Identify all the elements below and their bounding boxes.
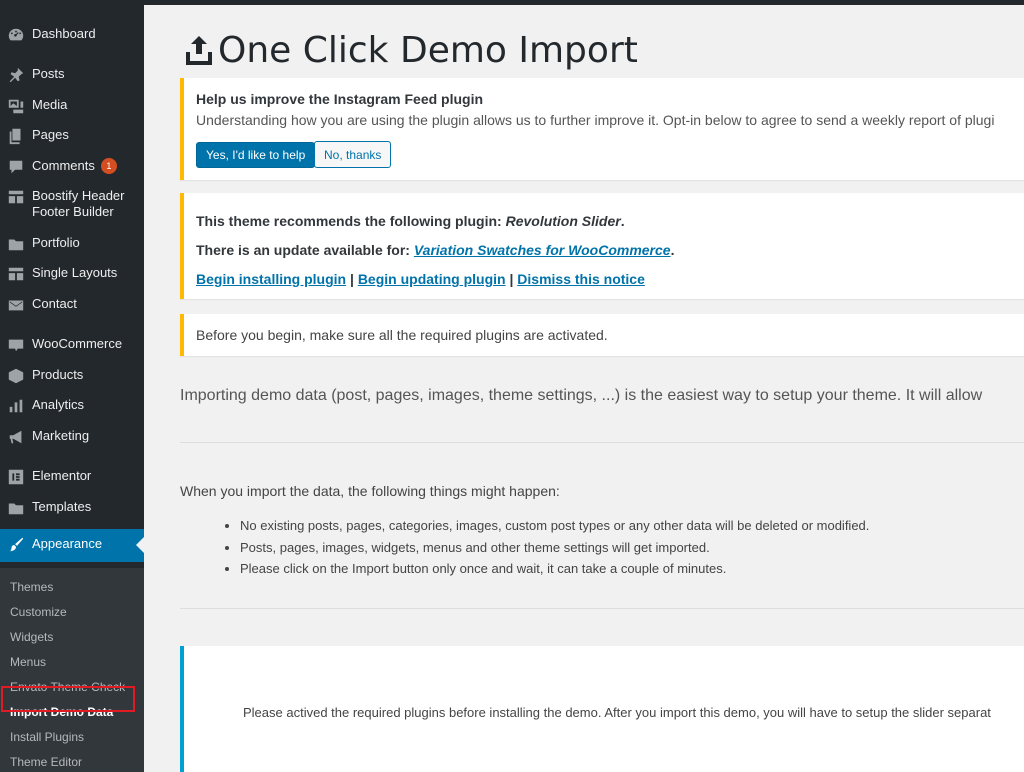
- highlight-frame: [1, 686, 135, 712]
- upload-icon: [186, 36, 212, 65]
- divider: [180, 442, 1024, 443]
- sidebar-item-pages[interactable]: Pages: [0, 125, 144, 155]
- sidebar-item-label: WooCommerce: [32, 336, 123, 351]
- dismiss-notice-link[interactable]: Dismiss this notice: [517, 271, 645, 287]
- sidebar-item-label: Comments 1: [32, 156, 117, 174]
- submenu-customize[interactable]: Customize: [10, 604, 67, 620]
- pin-icon: [0, 64, 32, 84]
- sidebar-item-products[interactable]: Products: [0, 365, 144, 395]
- sidebar-item-label: Portfolio: [32, 235, 80, 250]
- notice-text: Understanding how you are using the plug…: [196, 112, 995, 128]
- link-separator: |: [509, 271, 514, 287]
- sidebar-item-contact[interactable]: Contact: [0, 294, 144, 324]
- comment-icon: [0, 156, 32, 176]
- folder-icon: [0, 497, 32, 517]
- demo-note: Please actived the required plugins befo…: [243, 705, 991, 720]
- intro-text: Importing demo data (post, pages, images…: [180, 387, 983, 404]
- sidebar-item-marketing[interactable]: Marketing: [0, 426, 144, 456]
- elementor-icon: [0, 466, 32, 486]
- sidebar-item-elementor[interactable]: Elementor: [0, 466, 144, 496]
- layout-icon: [0, 186, 32, 206]
- opt-in-no-button[interactable]: No, thanks: [314, 141, 392, 168]
- sidebar-item-label: Products: [32, 367, 84, 382]
- list-item: Posts, pages, images, widgets, menus and…: [240, 537, 869, 559]
- page-title-text: One Click Demo Import: [218, 30, 638, 71]
- page-title: One Click Demo Import: [186, 31, 638, 71]
- sidebar-item-dashboard[interactable]: Dashboard: [0, 24, 144, 54]
- sidebar-item-label: Dashboard: [32, 26, 96, 41]
- sidebar-item-label: Appearance: [32, 536, 103, 551]
- sidebar-item-single-layouts[interactable]: Single Layouts: [0, 263, 144, 293]
- folder-icon: [0, 233, 32, 253]
- plugin-actions: Begin installing plugin | Begin updating…: [196, 269, 645, 289]
- import-info-list: No existing posts, pages, categories, im…: [216, 515, 869, 580]
- brush-icon: [0, 534, 32, 554]
- cube-icon: [0, 365, 32, 385]
- notice-title: Help us improve the Instagram Feed plugi…: [196, 91, 484, 107]
- link-separator: |: [350, 271, 354, 287]
- sidebar-item-posts[interactable]: Posts: [0, 64, 144, 94]
- dashboard-icon: [0, 24, 32, 44]
- submenu-menus[interactable]: Menus: [10, 654, 46, 670]
- layout-icon: [0, 263, 32, 283]
- sidebar-item-analytics[interactable]: Analytics: [0, 395, 144, 425]
- woo-icon: [0, 334, 32, 354]
- pages-icon: [0, 125, 32, 145]
- divider: [180, 608, 1024, 609]
- sidebar-item-label: Elementor: [32, 468, 92, 483]
- megaphone-icon: [0, 426, 32, 446]
- sidebar-item-label: Posts: [32, 66, 65, 81]
- demo-import-panel: Please actived the required plugins befo…: [180, 646, 1024, 772]
- update-line: There is an update available for: Variat…: [196, 242, 675, 258]
- sidebar-item-appearance[interactable]: Appearance: [0, 529, 144, 562]
- appearance-submenu: Themes Customize Widgets Menus Envato Th…: [0, 568, 144, 772]
- recommended-plugin-name: Revolution Slider: [505, 213, 621, 229]
- instagram-feed-notice: Help us improve the Instagram Feed plugi…: [180, 78, 1024, 180]
- bar-chart-icon: [0, 395, 32, 415]
- sidebar-item-label: Pages: [32, 127, 69, 142]
- begin-updating-link[interactable]: Begin updating plugin: [358, 271, 506, 287]
- before-begin-notice: Before you begin, make sure all the requ…: [180, 314, 1024, 356]
- sidebar-item-label: Media: [32, 97, 68, 112]
- list-item: No existing posts, pages, categories, im…: [240, 515, 869, 537]
- main-content: One Click Demo Import Help us improve th…: [144, 5, 1024, 772]
- sidebar-item-label: Boostify Header Footer Builder: [32, 188, 125, 219]
- import-info-heading: When you import the data, the following …: [180, 483, 560, 499]
- sidebar-item-comments[interactable]: Comments 1: [0, 156, 144, 186]
- sidebar-item-label: Analytics: [32, 397, 85, 412]
- sidebar-item-label: Marketing: [32, 428, 90, 443]
- notice-text: Before you begin, make sure all the requ…: [196, 327, 608, 343]
- opt-in-yes-button[interactable]: Yes, I'd like to help: [196, 142, 316, 168]
- media-icon: [0, 95, 32, 115]
- plugin-recommendation-notice: This theme recommends the following plug…: [180, 193, 1024, 299]
- update-plugin-link[interactable]: Variation Swatches for WooCommerce: [414, 242, 671, 258]
- sidebar-item-woocommerce[interactable]: WooCommerce: [0, 334, 144, 364]
- sidebar-item-templates[interactable]: Templates: [0, 497, 144, 527]
- recommend-line: This theme recommends the following plug…: [196, 213, 625, 229]
- begin-installing-link[interactable]: Begin installing plugin: [196, 271, 346, 287]
- comments-count-badge: 1: [100, 158, 117, 174]
- submenu-widgets[interactable]: Widgets: [10, 629, 53, 645]
- sidebar-item-boostify[interactable]: Boostify Header Footer Builder: [0, 186, 144, 226]
- sidebar-item-media[interactable]: Media: [0, 95, 144, 125]
- sidebar-item-label: Single Layouts: [32, 265, 118, 280]
- submenu-install-plugins[interactable]: Install Plugins: [10, 729, 84, 745]
- admin-sidebar: Dashboard Posts Media Pages Comments 1 Bo…: [0, 5, 144, 772]
- submenu-theme-editor[interactable]: Theme Editor: [10, 754, 82, 770]
- email-icon: [0, 294, 32, 314]
- sidebar-item-label: Contact: [32, 296, 77, 311]
- sidebar-item-portfolio[interactable]: Portfolio: [0, 233, 144, 263]
- list-item: Please click on the Import button only o…: [240, 558, 869, 580]
- submenu-themes[interactable]: Themes: [10, 579, 53, 595]
- current-menu-arrow: [136, 537, 144, 553]
- sidebar-item-label: Templates: [32, 499, 92, 514]
